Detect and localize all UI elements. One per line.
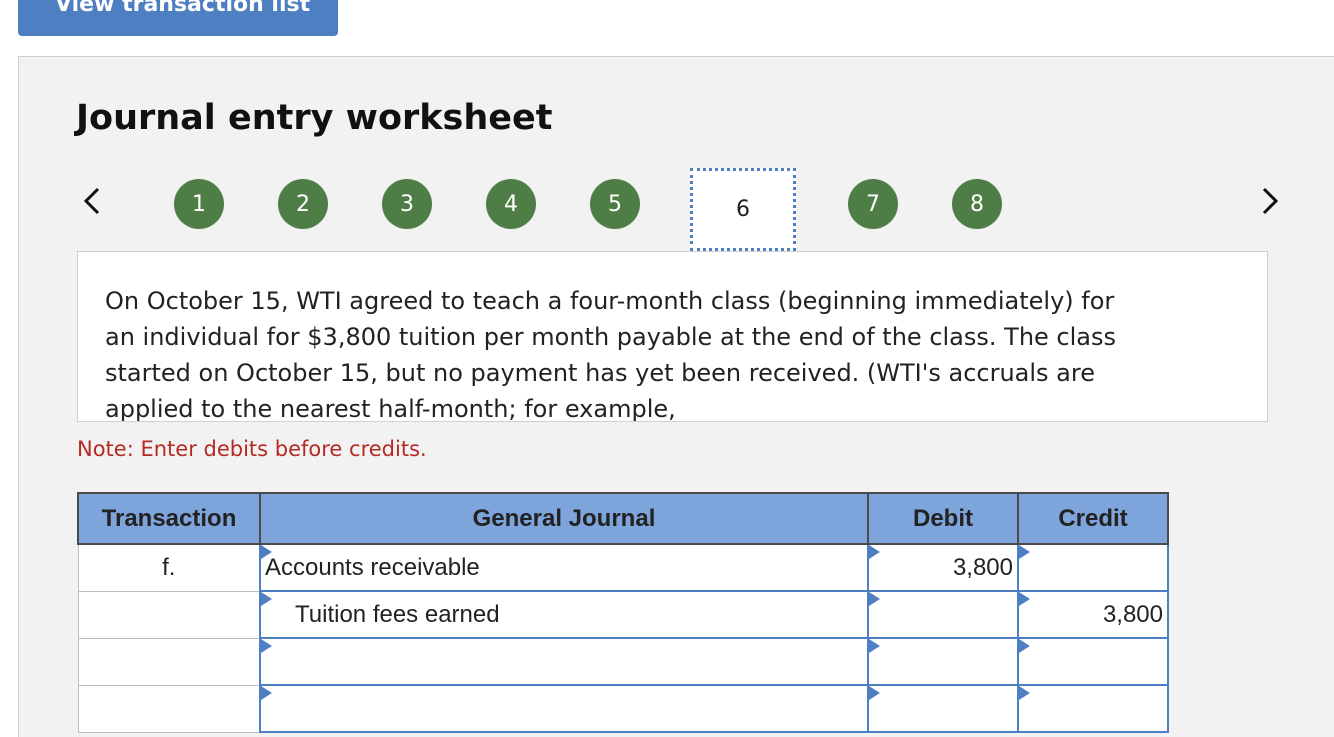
note-text: Note: Enter debits before credits. (77, 437, 427, 461)
dropdown-marker-icon (1019, 639, 1030, 653)
dropdown-marker-icon (1019, 686, 1030, 700)
chevron-right-icon (1262, 187, 1279, 215)
view-transaction-list-button[interactable]: View transaction list (18, 0, 338, 36)
debit-field[interactable]: 3,800 (867, 543, 1019, 592)
transaction-description: On October 15, WTI agreed to teach a fou… (105, 287, 1116, 422)
header-general-journal: General Journal (259, 492, 869, 545)
step-1-button[interactable]: 1 (174, 179, 224, 229)
step-8-button[interactable]: 8 (952, 179, 1002, 229)
table-row: f. Accounts receivable 3,800 (77, 543, 1169, 592)
journal-table: Transaction General Journal Debit Credit… (77, 492, 1169, 733)
dropdown-marker-icon (261, 545, 272, 559)
header-transaction: Transaction (77, 492, 261, 545)
transaction-cell (77, 684, 261, 733)
step-4-button[interactable]: 4 (486, 179, 536, 229)
dropdown-marker-icon (869, 592, 880, 606)
account-value: Accounts receivable (265, 553, 480, 581)
page-title: Journal entry worksheet (76, 98, 553, 138)
dropdown-marker-icon (869, 639, 880, 653)
debit-field[interactable] (867, 637, 1019, 686)
header-debit: Debit (867, 492, 1019, 545)
chevron-left-icon (83, 187, 100, 215)
account-field[interactable] (259, 684, 869, 733)
transaction-description-box: On October 15, WTI agreed to teach a fou… (77, 251, 1268, 422)
dropdown-marker-icon (261, 639, 272, 653)
account-field[interactable] (259, 637, 869, 686)
journal-header-row: Transaction General Journal Debit Credit (77, 492, 1169, 545)
debit-value: 3,800 (952, 553, 1013, 581)
debit-field[interactable] (867, 590, 1019, 639)
credit-field[interactable]: 3,800 (1017, 590, 1169, 639)
table-row (77, 684, 1169, 733)
next-arrow-button[interactable] (1258, 186, 1282, 216)
account-field[interactable]: Accounts receivable (259, 543, 869, 592)
account-field[interactable]: Tuition fees earned (259, 590, 869, 639)
dropdown-marker-icon (869, 545, 880, 559)
credit-value: 3,800 (1102, 600, 1163, 628)
transaction-cell: f. (77, 543, 261, 592)
dropdown-marker-icon (869, 686, 880, 700)
header-credit: Credit (1017, 492, 1169, 545)
step-5-button[interactable]: 5 (590, 179, 640, 229)
credit-field[interactable] (1017, 543, 1169, 592)
step-3-button[interactable]: 3 (382, 179, 432, 229)
step-2-button[interactable]: 2 (278, 179, 328, 229)
credit-field[interactable] (1017, 684, 1169, 733)
dropdown-marker-icon (1019, 592, 1030, 606)
account-value: Tuition fees earned (295, 600, 500, 628)
dropdown-marker-icon (261, 592, 272, 606)
dropdown-marker-icon (1019, 545, 1030, 559)
transaction-cell (77, 590, 261, 639)
transaction-cell (77, 637, 261, 686)
step-7-button[interactable]: 7 (848, 179, 898, 229)
prev-arrow-button[interactable] (80, 186, 104, 216)
table-row: Tuition fees earned 3,800 (77, 590, 1169, 639)
step-6-button-active[interactable]: 6 (690, 168, 796, 251)
table-row (77, 637, 1169, 686)
dropdown-marker-icon (261, 686, 272, 700)
debit-field[interactable] (867, 684, 1019, 733)
credit-field[interactable] (1017, 637, 1169, 686)
